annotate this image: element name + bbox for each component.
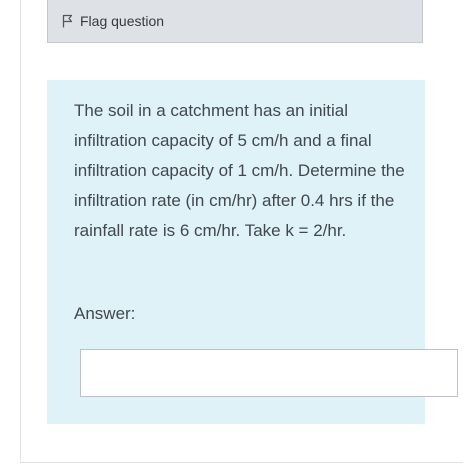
question-info-panel: Flag question bbox=[47, 0, 423, 43]
question-text: The soil in a catchment has an initial i… bbox=[74, 101, 405, 240]
flag-question-link[interactable]: Flag question bbox=[62, 13, 164, 29]
divider bbox=[20, 462, 463, 463]
answer-input[interactable] bbox=[80, 349, 458, 397]
answer-label: Answer: bbox=[74, 304, 136, 323]
question-content-panel: The soil in a catchment has an initial i… bbox=[47, 80, 458, 424]
flag-question-label: Flag question bbox=[80, 13, 165, 29]
flag-outline-icon bbox=[62, 14, 73, 28]
